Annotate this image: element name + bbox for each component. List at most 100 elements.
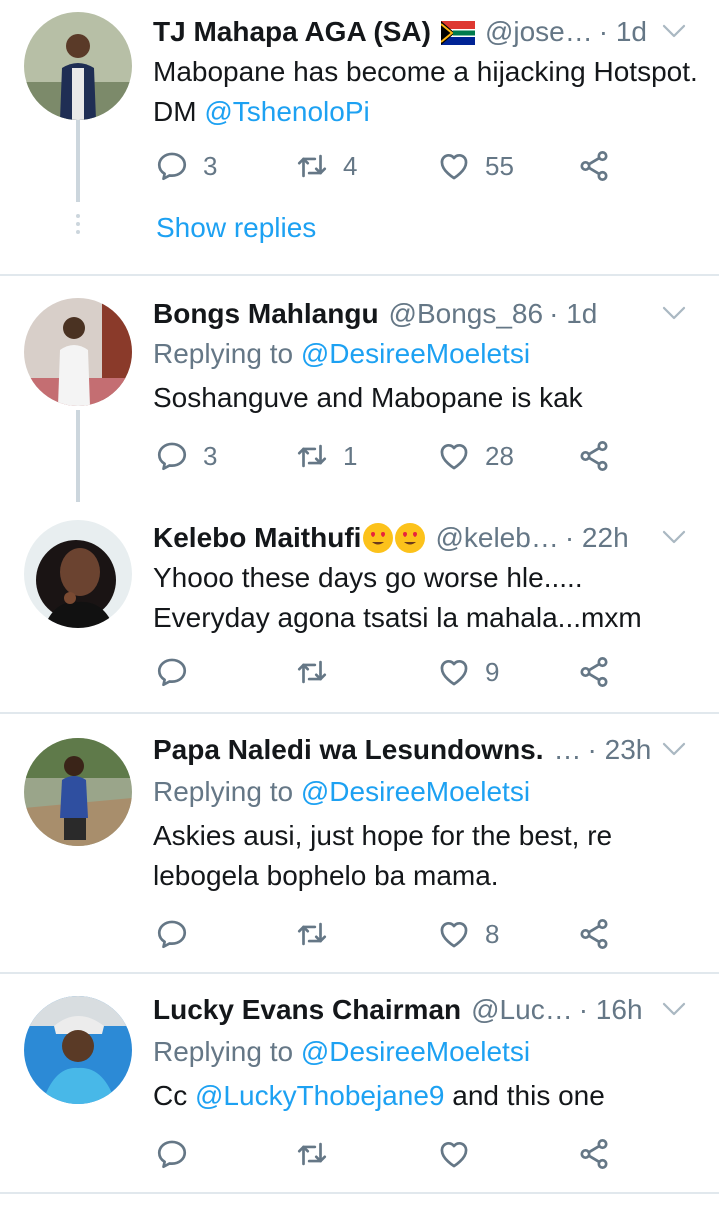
tweet-text: Soshanguve and Mabopane is kak [153, 382, 583, 413]
reply-button[interactable]: 3 [155, 146, 217, 186]
replying-to: Replying to @DesireeMoeletsi [153, 1032, 699, 1072]
replying-to-label: Replying to [153, 776, 301, 807]
share-button[interactable] [577, 914, 611, 954]
caret-down-icon[interactable] [659, 734, 689, 764]
share-button[interactable] [577, 436, 611, 476]
tweet-actions: 9 [155, 652, 625, 692]
tweet-1[interactable]: TJ Mahapa AGA (SA) @jose… · 1d Mabopane … [0, 0, 719, 275]
tweet-text-body: Cc [153, 1080, 195, 1111]
caret-down-icon[interactable] [659, 994, 689, 1024]
like-count: 9 [485, 656, 500, 687]
heart-eyes-emoji [395, 523, 426, 553]
avatar[interactable] [24, 520, 132, 628]
timestamp[interactable]: · 1d [549, 298, 597, 330]
retweet-icon [295, 1137, 329, 1171]
like-icon [437, 439, 471, 473]
tweet-5[interactable]: Lucky Evans Chairman @Luc… · 16h Replyin… [0, 974, 719, 1194]
share-icon [577, 149, 611, 183]
retweet-button[interactable] [295, 1134, 343, 1174]
tweet-header: Papa Naledi wa Lesundowns. … · 23h [153, 732, 689, 768]
author-name[interactable]: Kelebo Maithufi [153, 522, 361, 554]
author-handle[interactable]: @keleb… [435, 522, 558, 554]
share-icon [577, 917, 611, 951]
mention-link[interactable]: @TshenoloPi [204, 96, 369, 127]
avatar[interactable] [24, 298, 132, 406]
thread-dots [76, 214, 80, 238]
reply-icon [155, 655, 189, 689]
share-icon [577, 655, 611, 689]
retweet-button[interactable] [295, 914, 343, 954]
caret-down-icon[interactable] [659, 522, 689, 552]
reply-icon [155, 1137, 189, 1171]
tweet-actions: 3 4 55 [155, 146, 625, 186]
author-name[interactable]: Lucky Evans Chairman [153, 994, 461, 1026]
reply-icon [155, 149, 189, 183]
tweet-4[interactable]: Papa Naledi wa Lesundowns. … · 23h Reply… [0, 714, 719, 972]
avatar[interactable] [24, 738, 132, 846]
tweet-header: Lucky Evans Chairman @Luc… · 16h [153, 992, 689, 1028]
tweet-text: Cc @LuckyThobejane9 and this one [153, 1076, 699, 1116]
like-button[interactable]: 55 [437, 146, 514, 186]
mention-link[interactable]: @LuckyThobejane9 [195, 1080, 444, 1111]
retweet-button[interactable] [295, 652, 343, 692]
tweet-text-line: Everyday agona tsatsi la mahala...mxm [153, 602, 642, 633]
retweet-button[interactable]: 4 [295, 146, 357, 186]
like-icon [437, 1137, 471, 1171]
like-icon [437, 655, 471, 689]
reply-button[interactable] [155, 914, 203, 954]
timestamp[interactable]: · 16h [579, 994, 643, 1026]
avatar[interactable] [24, 12, 132, 120]
replying-to-label: Replying to [153, 338, 301, 369]
like-button[interactable] [437, 1134, 485, 1174]
show-replies-link[interactable]: Show replies [156, 212, 316, 244]
reply-count: 3 [203, 150, 218, 181]
author-handle[interactable]: … [554, 734, 582, 766]
tweet-header: Bongs Mahlangu @Bongs_86 · 1d [153, 296, 689, 332]
author-name[interactable]: TJ Mahapa AGA (SA) [153, 16, 431, 48]
like-button[interactable]: 9 [437, 652, 499, 692]
timestamp[interactable]: · 22h [565, 522, 629, 554]
tweet-text: Askies ausi, just hope for the best, re … [153, 816, 699, 896]
timestamp[interactable]: · 1d [599, 16, 647, 48]
like-count: 55 [485, 150, 514, 181]
reply-button[interactable] [155, 652, 203, 692]
author-handle[interactable]: @Luc… [471, 994, 573, 1026]
share-button[interactable] [577, 1134, 611, 1174]
heart-eyes-emoji [363, 523, 394, 553]
caret-down-icon[interactable] [659, 298, 689, 328]
reply-count: 3 [203, 440, 218, 471]
share-icon [577, 1137, 611, 1171]
author-name[interactable]: Papa Naledi wa Lesundowns. [153, 734, 544, 766]
tweet-actions: 3 1 28 [155, 436, 625, 476]
reply-button[interactable]: 3 [155, 436, 217, 476]
tweet-header: Kelebo Maithufi @keleb… · 22h [153, 520, 689, 556]
like-button[interactable]: 28 [437, 436, 514, 476]
author-handle[interactable]: @Bongs_86 [389, 298, 544, 330]
tweet-text-line: Yhooo these days go worse hle..... [153, 562, 583, 593]
like-button[interactable]: 8 [437, 914, 499, 954]
share-icon [577, 439, 611, 473]
share-button[interactable] [577, 146, 611, 186]
author-handle[interactable]: @jose… [485, 16, 593, 48]
retweet-button[interactable]: 1 [295, 436, 357, 476]
replying-to-handle[interactable]: @DesireeMoeletsi [301, 1036, 530, 1067]
tweet-text: Mabopane has become a hijacking Hotspot.… [153, 52, 699, 132]
like-count: 28 [485, 440, 514, 471]
timestamp[interactable]: · 23h [588, 734, 652, 766]
reply-icon [155, 439, 189, 473]
tweet-actions [155, 1134, 625, 1174]
replying-to-handle[interactable]: @DesireeMoeletsi [301, 776, 530, 807]
tweet-2[interactable]: Bongs Mahlangu @Bongs_86 · 1d Replying t… [0, 276, 719, 502]
tweet-text: Yhooo these days go worse hle..... Every… [153, 558, 699, 638]
author-name[interactable]: Bongs Mahlangu [153, 298, 379, 330]
retweet-count: 4 [343, 150, 358, 181]
avatar[interactable] [24, 996, 132, 1104]
tweet-3[interactable]: Kelebo Maithufi @keleb… · 22h Yhooo thes… [0, 502, 719, 712]
share-button[interactable] [577, 652, 611, 692]
caret-down-icon[interactable] [659, 16, 689, 46]
divider [0, 1192, 719, 1194]
reply-button[interactable] [155, 1134, 203, 1174]
replying-to-handle[interactable]: @DesireeMoeletsi [301, 338, 530, 369]
retweet-icon [295, 655, 329, 689]
tweet-text-line: lebogela bophelo ba mama. [153, 860, 499, 891]
